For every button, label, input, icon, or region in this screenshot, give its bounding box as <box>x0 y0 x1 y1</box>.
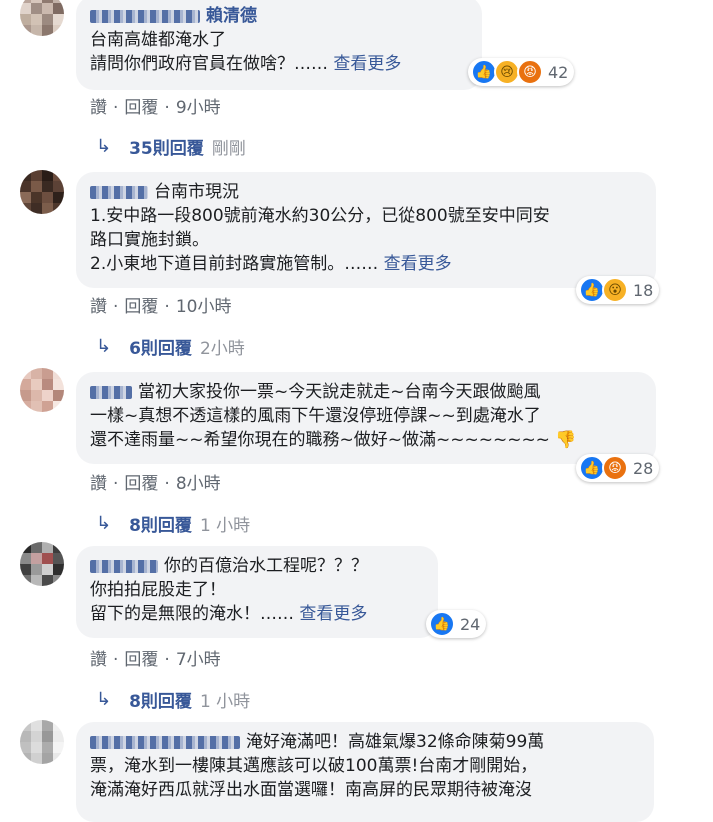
reply-count[interactable]: 35則回覆 <box>129 134 204 159</box>
angry-icon: 😡 <box>602 455 628 481</box>
avatar[interactable] <box>20 170 64 214</box>
reply-time: 2小時 <box>199 339 245 359</box>
reaction-count: 18 <box>633 280 654 300</box>
separator: · <box>113 650 119 670</box>
separator: · <box>113 98 119 118</box>
comment-actions: 讚 · 回覆 · 9小時 <box>90 93 221 118</box>
separator: · <box>113 474 119 494</box>
like-link[interactable]: 讚 <box>90 474 107 494</box>
reply-arrow-icon: ↳ <box>96 136 112 157</box>
reply-link[interactable]: 回覆 <box>124 474 158 494</box>
comment-author[interactable]: 台南市現況 <box>154 182 239 202</box>
reply-count[interactable]: 6則回覆 <box>129 334 192 359</box>
comment-bubble: 淹好淹滿吧！高雄氣爆32條命陳菊99萬 票，淹水到一樓陳其邁應該可以破100萬票… <box>76 722 654 822</box>
reply-time: 1 小時 <box>199 516 251 536</box>
avatar[interactable] <box>20 542 64 586</box>
comment-text-line: 台南高雄都淹水了 <box>90 30 226 50</box>
reaction-summary[interactable]: 👍 24 <box>426 610 487 638</box>
see-more-link[interactable]: 查看更多 <box>299 604 367 624</box>
timestamp[interactable]: 8小時 <box>176 474 221 494</box>
separator: · <box>164 98 170 118</box>
reply-link[interactable]: 回覆 <box>124 297 158 317</box>
comment-actions: 讚 · 回覆 · 8小時 <box>90 469 221 494</box>
reply-count[interactable]: 8則回覆 <box>129 511 192 536</box>
like-icon: 👍 <box>429 611 455 637</box>
comment-text-line: 還不達雨量~~希望你現在的職務~做好~做滿~~~~~~~~ <box>90 430 550 450</box>
see-more-link[interactable]: 查看更多 <box>333 54 401 74</box>
view-replies[interactable]: ↳ 8則回覆 1 小時 <box>96 687 250 712</box>
blurred-name <box>90 559 158 573</box>
separator: · <box>164 474 170 494</box>
separator: · <box>164 650 170 670</box>
comment-text-line: 一樣~真想不透這樣的風雨下午還沒停班停課~~到處淹水了 <box>90 406 541 426</box>
comment-author[interactable]: 賴清德 <box>206 6 257 26</box>
reaction-count: 28 <box>633 458 654 478</box>
comment-actions: 讚 · 回覆 · 10小時 <box>90 292 231 317</box>
avatar-image <box>20 368 64 412</box>
reaction-summary[interactable]: 👍 😡 28 <box>576 454 660 482</box>
comment-text-line: 淹滿淹好西瓜就浮出水面當選囉！南高屏的民眾期待被淹沒 <box>90 780 532 800</box>
comment-text-line: 你的百億治水工程呢？？？ <box>164 556 368 576</box>
comment-text-line: 你拍拍屁股走了！ <box>90 580 226 600</box>
avatar[interactable] <box>20 720 64 764</box>
avatar-image <box>20 170 64 214</box>
reaction-summary[interactable]: 👍 😮 18 <box>576 276 660 304</box>
reply-arrow-icon: ↳ <box>96 513 112 534</box>
blurred-name <box>90 385 132 399</box>
see-more-link[interactable]: 查看更多 <box>384 254 452 274</box>
comment-bubble: 當初大家投你一票~今天說走就走~台南今天跟做颱風 一樣~真想不透這樣的風雨下午還… <box>76 372 656 464</box>
comment-text-line: 1.安中路一段800號前淹水約30公分，已從800號至安中同安 <box>90 206 550 226</box>
thumbs-down-icon: 👎 <box>555 430 577 450</box>
reaction-count: 42 <box>548 62 569 82</box>
comment-text-line: 路口實施封鎖。 <box>90 230 209 250</box>
reply-link[interactable]: 回覆 <box>124 650 158 670</box>
comment-actions: 讚 · 回覆 · 7小時 <box>90 645 221 670</box>
reply-arrow-icon: ↳ <box>96 336 112 357</box>
angry-icon: 😡 <box>517 59 543 85</box>
separator: · <box>164 297 170 317</box>
comment-bubble: 你的百億治水工程呢？？？ 你拍拍屁股走了！ 留下的是無限的淹水！…… 查看更多 <box>76 546 438 638</box>
comment-text-line: 票，淹水到一樓陳其邁應該可以破100萬票!台南才剛開始， <box>90 756 538 776</box>
like-link[interactable]: 讚 <box>90 650 107 670</box>
comment-text-line: 2.小東地下道目前封路實施管制。…… <box>90 254 379 274</box>
avatar-image <box>20 542 64 586</box>
comment-text-line: 請問你們政府官員在做啥？…… <box>90 54 328 74</box>
reply-link[interactable]: 回覆 <box>124 98 158 118</box>
comment-bubble: 賴清德 台南高雄都淹水了 請問你們政府官員在做啥？…… 查看更多 <box>76 0 482 90</box>
reply-count[interactable]: 8則回覆 <box>129 687 192 712</box>
blurred-name <box>90 735 240 749</box>
like-link[interactable]: 讚 <box>90 297 107 317</box>
avatar-image <box>20 0 64 36</box>
reply-time: 1 小時 <box>199 692 251 712</box>
like-link[interactable]: 讚 <box>90 98 107 118</box>
reply-time: 剛剛 <box>211 139 246 159</box>
avatar[interactable] <box>20 368 64 412</box>
comment-text-line: 留下的是無限的淹水！…… <box>90 604 294 624</box>
timestamp[interactable]: 7小時 <box>176 650 221 670</box>
reaction-count: 24 <box>460 614 481 634</box>
blurred-name <box>90 9 200 23</box>
reply-arrow-icon: ↳ <box>96 689 112 710</box>
reaction-summary[interactable]: 👍 😢 😡 42 <box>468 58 575 86</box>
avatar-image <box>20 720 64 764</box>
comment-text-line: 當初大家投你一票~今天說走就走~台南今天跟做颱風 <box>138 382 541 402</box>
separator: · <box>113 297 119 317</box>
comment-text-line: 淹好淹滿吧！高雄氣爆32條命陳菊99萬 <box>246 732 545 752</box>
blurred-name <box>90 185 148 199</box>
timestamp[interactable]: 9小時 <box>176 98 221 118</box>
wow-icon: 😮 <box>602 277 628 303</box>
view-replies[interactable]: ↳ 35則回覆 剛剛 <box>96 134 246 159</box>
view-replies[interactable]: ↳ 6則回覆 2小時 <box>96 334 245 359</box>
avatar[interactable] <box>20 0 64 36</box>
comment-bubble: 台南市現況 1.安中路一段800號前淹水約30公分，已從800號至安中同安 路口… <box>76 172 656 288</box>
timestamp[interactable]: 10小時 <box>176 297 232 317</box>
view-replies[interactable]: ↳ 8則回覆 1 小時 <box>96 511 250 536</box>
